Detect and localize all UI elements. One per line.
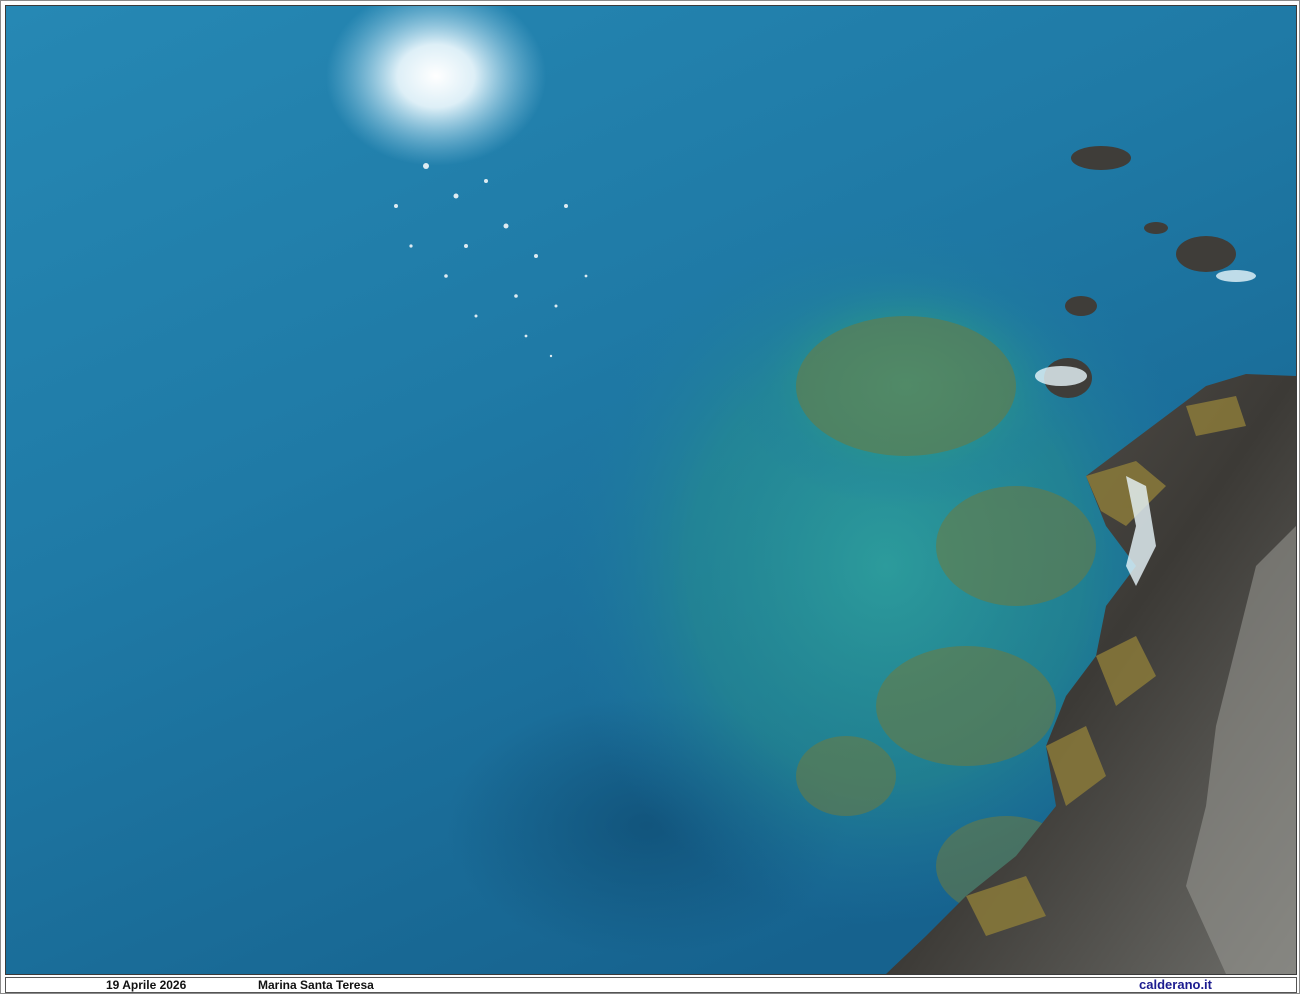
sea-scene xyxy=(6,6,1296,974)
caption-bar: 19 Aprile 2026 Marina Santa Teresa calde… xyxy=(5,977,1297,993)
site-watermark: calderano.it xyxy=(1139,977,1212,992)
photo-location: Marina Santa Teresa xyxy=(258,978,374,992)
photo-date: 19 Aprile 2026 xyxy=(106,978,187,992)
photo-frame: 19 Aprile 2026 Marina Santa Teresa calde… xyxy=(0,0,1300,994)
aerial-sea-photo xyxy=(5,5,1297,975)
